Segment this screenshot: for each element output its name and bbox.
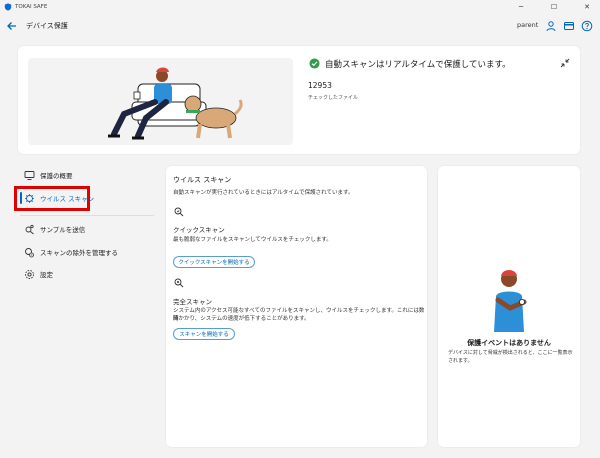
sidebar-item-settings[interactable]: 設定 xyxy=(24,265,154,283)
sidebar-divider xyxy=(20,215,154,216)
sidebar-item-send-sample[interactable]: サンプルを送信 xyxy=(24,220,154,238)
check-circle-icon xyxy=(309,58,320,69)
help-icon[interactable] xyxy=(581,20,593,32)
virus-scan-card: ウイルス スキャン 自動スキャンが実行されているときにはアルタイムで保護されてい… xyxy=(166,166,427,447)
protection-status-card: 自動スキャンはリアルタイムで保護しています。 12953 チェックしたファイル xyxy=(18,46,580,154)
maximize-button[interactable]: ☐ xyxy=(543,0,565,14)
minimize-button[interactable]: ─ xyxy=(510,0,532,14)
scan-title: ウイルス スキャン xyxy=(173,176,232,184)
exclusion-icon xyxy=(24,247,35,258)
empty-events-title: 保護イベントはありません xyxy=(467,339,551,347)
close-button[interactable]: ✕ xyxy=(576,0,598,14)
sidebar-item-label: サンプルを送信 xyxy=(40,226,86,234)
app-name: TOKAI SAFE xyxy=(15,4,48,10)
sidebar-item-overview[interactable]: 保護の概要 xyxy=(24,166,154,184)
scan-description: 自動スキャンが実行されているときにはアルタイムで保護されています。 xyxy=(173,190,354,196)
back-arrow-icon[interactable] xyxy=(6,20,18,32)
page-title: デバイス保護 xyxy=(26,22,68,30)
person-with-dog-illustration xyxy=(28,58,293,145)
collapse-icon[interactable] xyxy=(560,58,570,68)
gear-icon xyxy=(24,269,35,280)
full-scan-title: 完全スキャン xyxy=(173,298,212,306)
page-header: デバイス保護 parent xyxy=(0,14,600,38)
user-name[interactable]: parent xyxy=(517,21,538,29)
start-full-scan-button[interactable]: スキャンを開始する xyxy=(173,328,235,340)
person-checking-watch-illustration xyxy=(494,270,527,332)
full-scan-description-line2: 間かかり、システムの速度が低下することがあります。 xyxy=(173,316,310,322)
quick-scan-description: 最も脆弱なファイルをスキャンしてウイルスをチェックします。 xyxy=(173,237,332,243)
protection-events-card: 保護イベントはありません デバイスに対して脅威が検出されると、ここに一覧表示され… xyxy=(438,166,580,447)
highlight-box xyxy=(14,186,90,211)
full-scan-icon xyxy=(174,278,184,288)
empty-events-description: デバイスに対して脅威が検出されると、ここに一覧表示されます。 xyxy=(448,350,573,364)
card-icon[interactable] xyxy=(563,20,575,32)
sidebar-item-exclusions[interactable]: スキャンの除外を管理する xyxy=(24,243,154,261)
protection-status-text: 自動スキャンはリアルタイムで保護しています。 xyxy=(325,60,511,70)
sidebar-item-label: 保護の概要 xyxy=(40,172,73,180)
monitor-icon xyxy=(24,170,35,181)
sidebar-item-label: スキャンの除外を管理する xyxy=(40,249,118,257)
quick-scan-title: クイックスキャン xyxy=(173,226,225,234)
start-quick-scan-button[interactable]: クイックスキャンを開始する xyxy=(173,256,255,268)
title-bar: TOKAI SAFE ─ ☐ ✕ xyxy=(0,0,600,14)
quick-scan-icon xyxy=(174,207,184,217)
shield-app-icon xyxy=(4,3,12,11)
checked-file-count: 12953 xyxy=(308,81,332,90)
person-icon[interactable] xyxy=(545,20,557,32)
sidebar-item-label: 設定 xyxy=(40,271,53,279)
sample-icon xyxy=(24,224,35,235)
checked-file-label: チェックしたファイル xyxy=(308,95,359,101)
